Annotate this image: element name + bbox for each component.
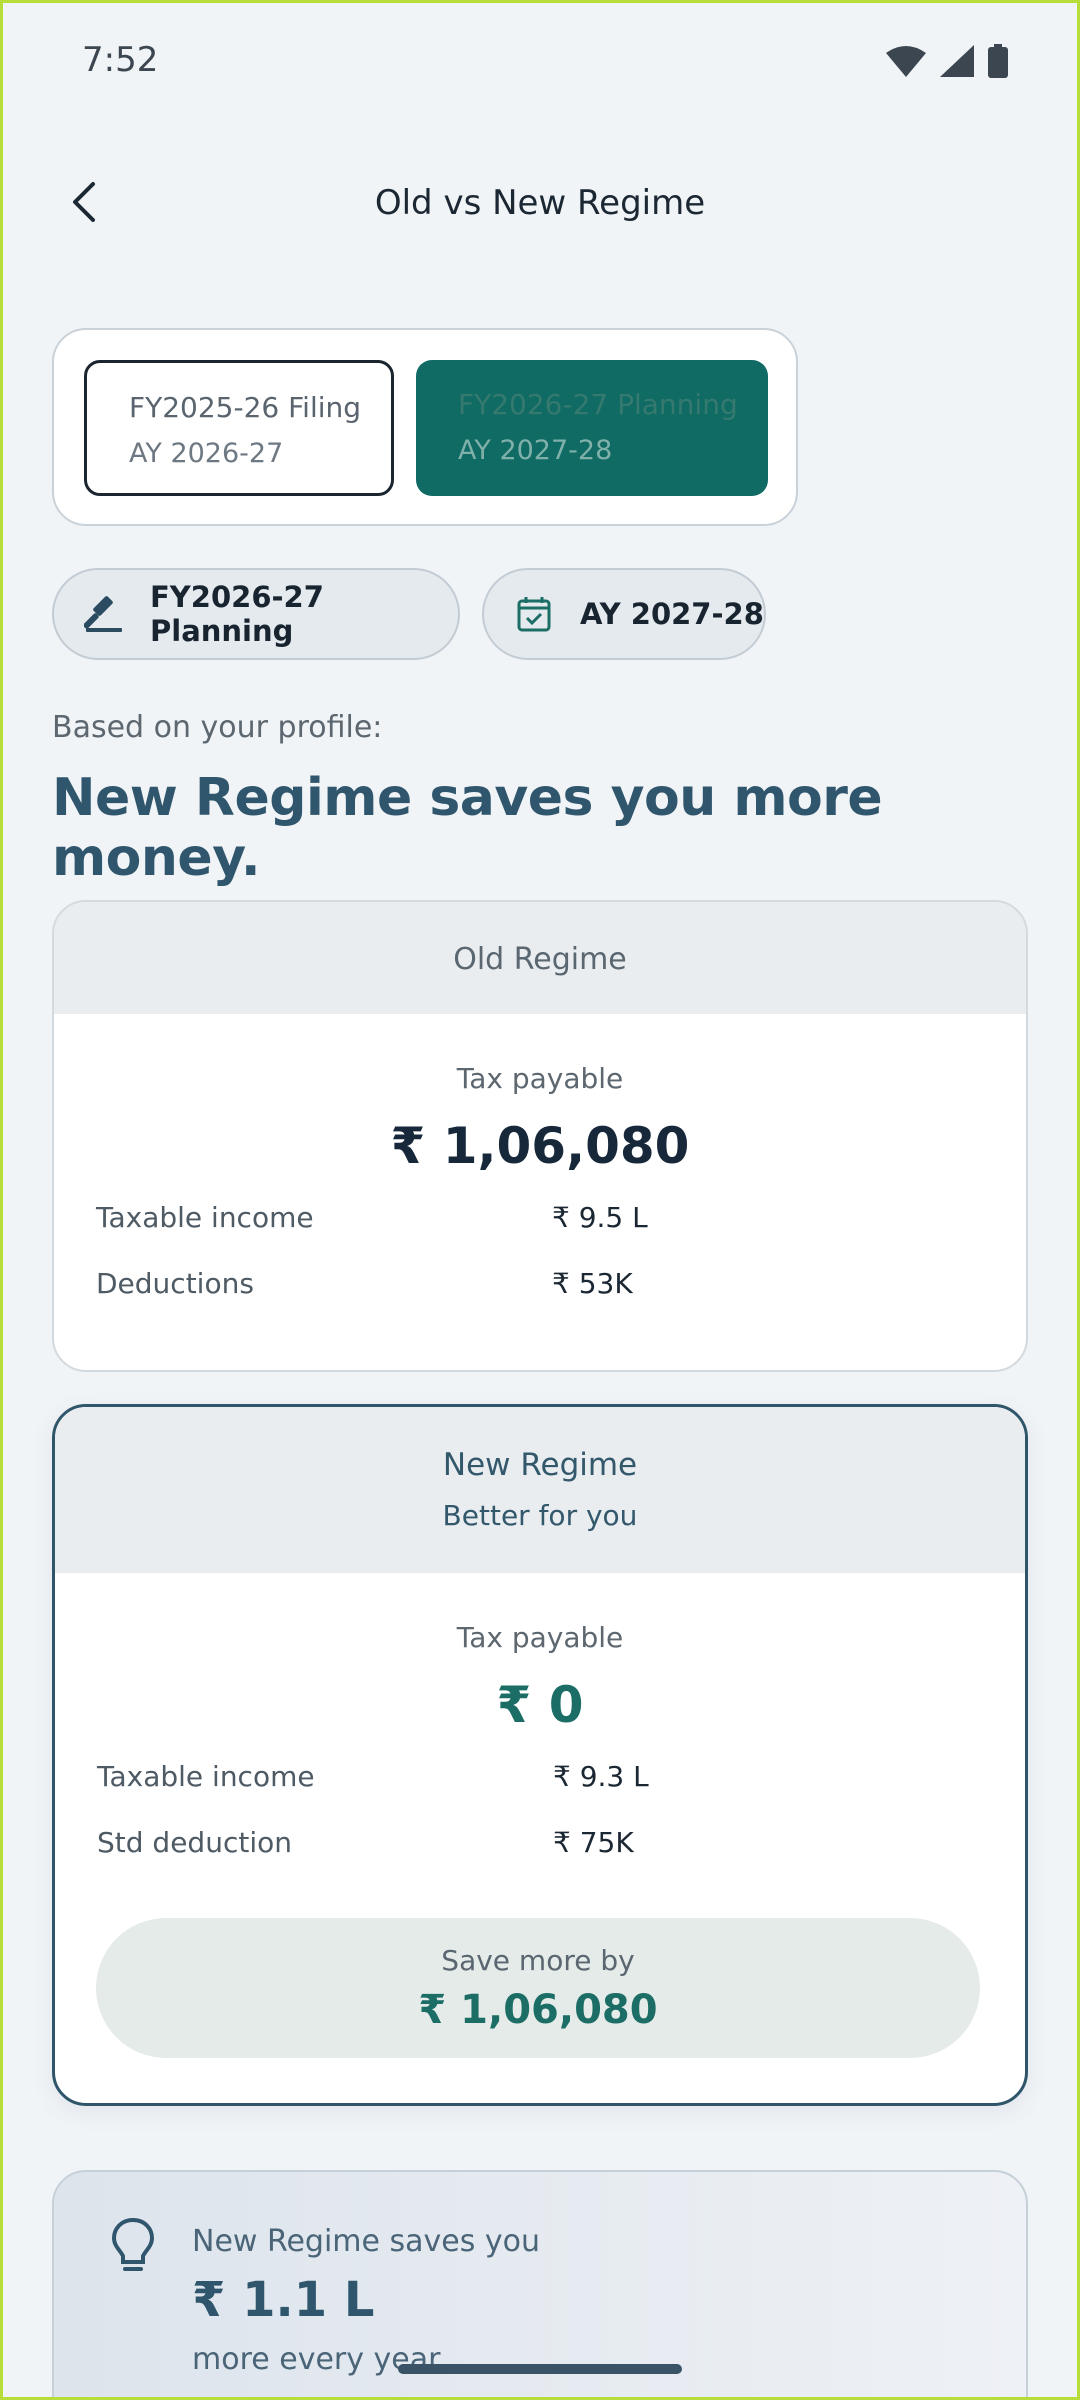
battery-icon	[988, 44, 1008, 78]
segment-option-sub: AY 2026-27	[129, 438, 284, 469]
lightbulb-icon	[111, 2217, 155, 2271]
chip-label: FY2026-27 Planning	[150, 580, 324, 648]
detail-row: Taxable income ₹ 9.3 L	[55, 1760, 1025, 1826]
segment-option-fy2025-26-filing[interactable]: FY2025-26 Filing AY 2026-27	[84, 360, 394, 496]
detail-key: Taxable income	[96, 1201, 314, 1234]
detail-value: ₹ 9.3 L	[553, 1760, 649, 1793]
old-regime-card: Old Regime Tax payable ₹ 1,06,080 Taxabl…	[52, 900, 1028, 1372]
profile-label: Based on your profile:	[52, 710, 383, 745]
detail-value: ₹ 75K	[553, 1826, 634, 1859]
segment-option-label: FY2026-27 Planning	[458, 388, 738, 421]
detail-value: ₹ 9.5 L	[552, 1201, 648, 1234]
status-time: 7:52	[82, 40, 159, 80]
segment-option-sub: AY 2027-28	[458, 435, 613, 466]
detail-row: Deductions ₹ 53K	[54, 1267, 1026, 1333]
new-regime-title: New Regime	[442, 1447, 638, 1483]
segment-option-label: FY2025-26 Filing	[129, 391, 362, 424]
savings-pill: Save more by ₹ 1,06,080	[96, 1918, 980, 2058]
home-indicator[interactable]	[398, 2364, 682, 2374]
tip-value: ₹ 1.1 L	[192, 2272, 375, 2328]
ay-chip[interactable]: AY 2027-28	[482, 568, 766, 660]
savings-label: Save more by	[441, 1944, 635, 1977]
fy-planning-chip[interactable]: FY2026-27 Planning	[52, 568, 460, 660]
tax-payable-label: Tax payable	[456, 1062, 624, 1095]
wifi-icon	[886, 46, 926, 77]
detail-key: Deductions	[96, 1267, 254, 1300]
new-regime-header: New Regime Better for you	[55, 1407, 1025, 1573]
page-title: Old vs New Regime	[374, 183, 706, 223]
cellular-signal-icon	[940, 45, 974, 77]
detail-key: Taxable income	[97, 1760, 315, 1793]
segment-option-fy2026-27-planning[interactable]: FY2026-27 Planning AY 2027-28	[416, 360, 768, 496]
status-icons	[886, 44, 1008, 78]
tax-payable-label: Tax payable	[456, 1621, 624, 1654]
tax-payable-value: ₹ 1,06,080	[390, 1117, 690, 1175]
detail-row: Taxable income ₹ 9.5 L	[54, 1201, 1026, 1267]
calendar-check-icon	[514, 594, 554, 634]
gavel-icon	[84, 594, 124, 634]
old-regime-title: Old Regime	[54, 902, 1026, 1014]
tax-payable-value: ₹ 0	[496, 1676, 584, 1734]
new-regime-subtitle: Better for you	[442, 1499, 638, 1532]
detail-key: Std deduction	[97, 1826, 292, 1859]
chip-label: AY 2027-28	[580, 597, 764, 631]
detail-row: Std deduction ₹ 75K	[55, 1826, 1025, 1892]
detail-value: ₹ 53K	[552, 1267, 633, 1300]
recommendation-headline: New Regime saves you more money.	[52, 768, 883, 888]
savings-value: ₹ 1,06,080	[418, 1987, 658, 2033]
tip-line1: New Regime saves you	[192, 2224, 541, 2259]
year-segmented-control: FY2025-26 Filing AY 2026-27 FY2026-27 Pl…	[52, 328, 798, 526]
